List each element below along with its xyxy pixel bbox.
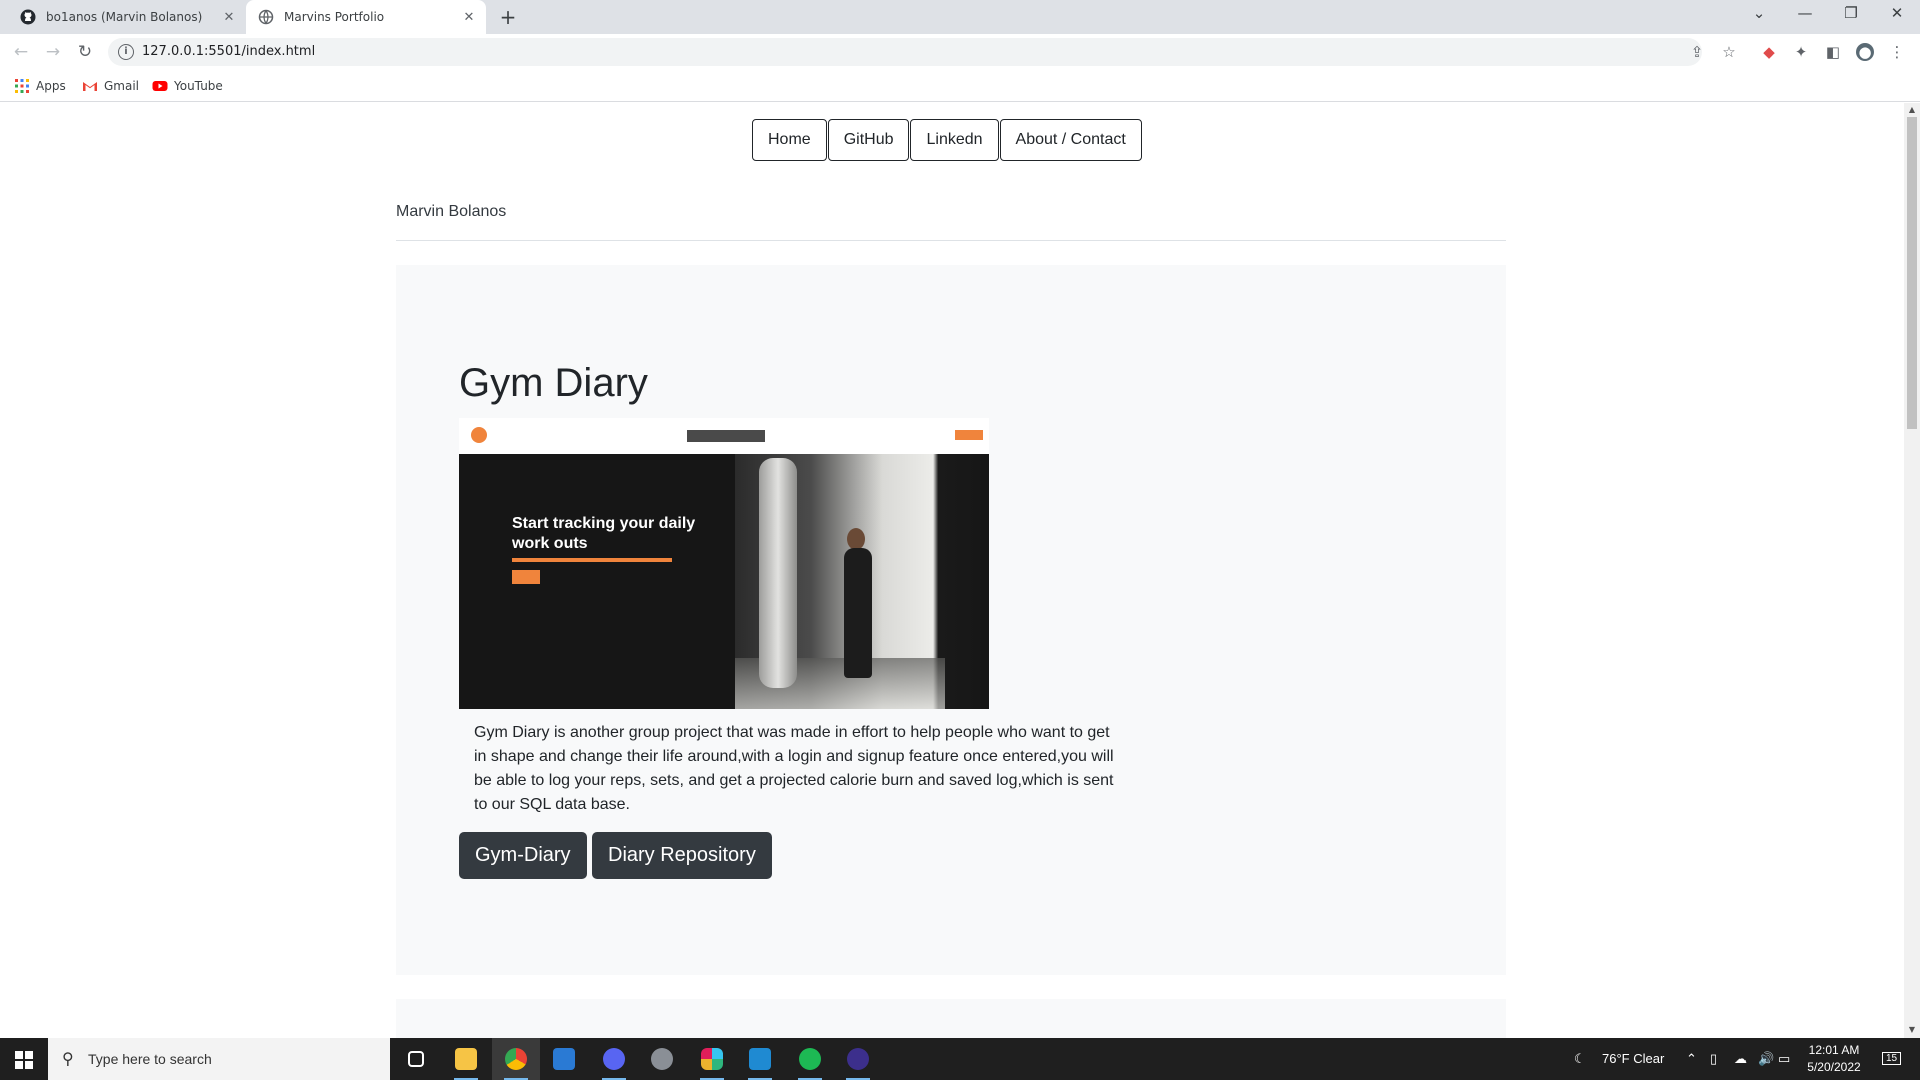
nav-github[interactable]: GitHub — [827, 119, 910, 161]
vscode-icon[interactable] — [736, 1038, 784, 1080]
search-icon: ⚲ — [62, 1049, 74, 1068]
tab-strip: bo1anos (Marvin Bolanos) ✕ Marvins Portf… — [0, 0, 1920, 34]
divider — [396, 240, 1506, 241]
screenshot-signup-button — [512, 570, 540, 584]
tab-portfolio[interactable]: Marvins Portfolio ✕ — [246, 0, 486, 34]
taskbar: ⚲ Type here to search ☾ 76°F Clear ⌃ ▯ ☁… — [0, 1038, 1920, 1080]
screenshot-logo — [471, 427, 487, 443]
screenshot-login-button — [955, 430, 983, 440]
project-description: Gym Diary is another group project that … — [474, 724, 1114, 813]
restore-icon[interactable]: ❐ — [1836, 4, 1866, 22]
screenshot-subtitle — [512, 558, 672, 562]
gmail-icon — [83, 82, 97, 91]
search-placeholder: Type here to search — [88, 1051, 212, 1067]
bookmark-apps[interactable]: Apps — [14, 78, 66, 94]
discord-icon[interactable] — [590, 1038, 638, 1080]
puzzle-icon[interactable]: ✦ — [1792, 43, 1810, 61]
taskbar-clock[interactable]: 12:01 AM 5/20/2022 — [1794, 1042, 1874, 1076]
bookmark-label: Gmail — [104, 79, 140, 93]
reload-icon[interactable]: ↻ — [74, 41, 96, 63]
eclipse-icon[interactable] — [834, 1038, 882, 1080]
profile-avatar-icon[interactable]: ● — [1856, 43, 1874, 61]
side-panel-icon[interactable]: ◧ — [1824, 43, 1842, 61]
screenshot-headline: Start tracking your daily work outs — [512, 515, 696, 552]
bookmark-gmail[interactable]: Gmail — [82, 78, 139, 94]
tab-title: bo1anos (Marvin Bolanos) — [46, 10, 203, 24]
screenshot-person — [844, 548, 872, 678]
next-project-card — [396, 999, 1506, 1038]
network-icon[interactable]: ▭ — [1778, 1051, 1790, 1067]
tab-search-chevron-icon[interactable]: ⌄ — [1744, 4, 1774, 22]
nav-linkedin[interactable]: Linkedn — [910, 119, 999, 161]
bookmark-label: Apps — [36, 79, 66, 93]
weather-text[interactable]: 76°F Clear — [1602, 1051, 1664, 1066]
tab-title: Marvins Portfolio — [284, 10, 385, 24]
bookmarks-bar: Apps Gmail YouTube — [0, 70, 1920, 102]
bookmark-youtube[interactable]: YouTube — [152, 78, 223, 94]
page-scrollbar[interactable]: ▲ ▼ — [1904, 103, 1920, 1038]
task-view-icon[interactable] — [392, 1038, 440, 1080]
clock-date: 5/20/2022 — [1807, 1060, 1861, 1074]
address-bar[interactable]: i 127.0.0.1:5501/index.html — [108, 38, 1702, 66]
share-icon[interactable]: ⇪ — [1688, 43, 1706, 61]
page-viewport: Home GitHub Linkedn About / Contact Marv… — [0, 103, 1904, 1038]
gym-diary-button[interactable]: Gym-Diary — [459, 832, 587, 879]
volume-icon[interactable]: 🔊 — [1758, 1051, 1774, 1067]
globe-icon — [258, 9, 274, 25]
tab-github[interactable]: bo1anos (Marvin Bolanos) ✕ — [8, 0, 246, 34]
apps-grid-icon — [15, 79, 29, 93]
new-tab-icon[interactable]: + — [496, 5, 520, 29]
diary-repository-button[interactable]: Diary Repository — [592, 832, 772, 879]
minimize-icon[interactable]: — — [1790, 4, 1820, 22]
extension-icon[interactable]: ◆ — [1760, 43, 1778, 61]
menu-kebab-icon[interactable]: ⋮ — [1888, 43, 1906, 61]
notifications-icon[interactable]: 15 — [1882, 1052, 1902, 1065]
screenshot-person-head — [847, 528, 865, 550]
site-brand[interactable]: Marvin Bolanos — [396, 203, 506, 221]
forward-icon[interactable]: → — [42, 41, 64, 63]
window-close-icon[interactable]: ✕ — [1882, 4, 1912, 22]
screenshot-punching-bag — [759, 458, 797, 688]
scroll-thumb[interactable] — [1907, 117, 1917, 429]
project-screenshot: Start tracking your daily work outs — [459, 418, 989, 709]
close-icon[interactable]: ✕ — [460, 10, 478, 25]
device-icon[interactable]: ▯ — [1710, 1051, 1717, 1067]
url-text[interactable]: 127.0.0.1:5501/index.html — [142, 44, 315, 59]
bookmark-star-icon[interactable]: ☆ — [1720, 43, 1738, 61]
clock-time: 12:01 AM — [1808, 1043, 1860, 1057]
project-card: Gym Diary Start tracking your daily work… — [396, 265, 1506, 975]
browser-toolbar: ← → ↻ i 127.0.0.1:5501/index.html ⇪ ☆ ◆ … — [0, 34, 1920, 70]
nav-home[interactable]: Home — [752, 119, 827, 161]
windows-start-icon[interactable] — [0, 1038, 48, 1080]
scroll-up-icon[interactable]: ▲ — [1907, 105, 1917, 114]
back-icon[interactable]: ← — [10, 41, 32, 63]
weather-moon-icon[interactable]: ☾ — [1574, 1051, 1586, 1067]
tray-chevron-icon[interactable]: ⌃ — [1686, 1051, 1697, 1067]
security-app-icon[interactable] — [638, 1038, 686, 1080]
project-title: Gym Diary — [459, 361, 648, 405]
close-icon[interactable]: ✕ — [220, 10, 238, 25]
github-icon — [20, 9, 36, 25]
onedrive-icon[interactable]: ☁ — [1734, 1051, 1747, 1067]
scroll-down-icon[interactable]: ▼ — [1907, 1025, 1917, 1034]
site-nav: Home GitHub Linkedn About / Contact — [752, 119, 1143, 161]
screenshot-nav-links — [687, 430, 765, 442]
slack-icon[interactable] — [688, 1038, 736, 1080]
youtube-icon — [152, 81, 168, 91]
site-info-icon[interactable]: i — [118, 44, 134, 60]
taskbar-search[interactable]: ⚲ Type here to search — [48, 1038, 390, 1080]
file-explorer-icon[interactable] — [442, 1038, 490, 1080]
spotify-icon[interactable] — [786, 1038, 834, 1080]
bookmark-label: YouTube — [174, 79, 223, 93]
chrome-icon[interactable] — [492, 1038, 540, 1080]
mail-icon[interactable] — [540, 1038, 588, 1080]
nav-about-contact[interactable]: About / Contact — [999, 119, 1142, 161]
